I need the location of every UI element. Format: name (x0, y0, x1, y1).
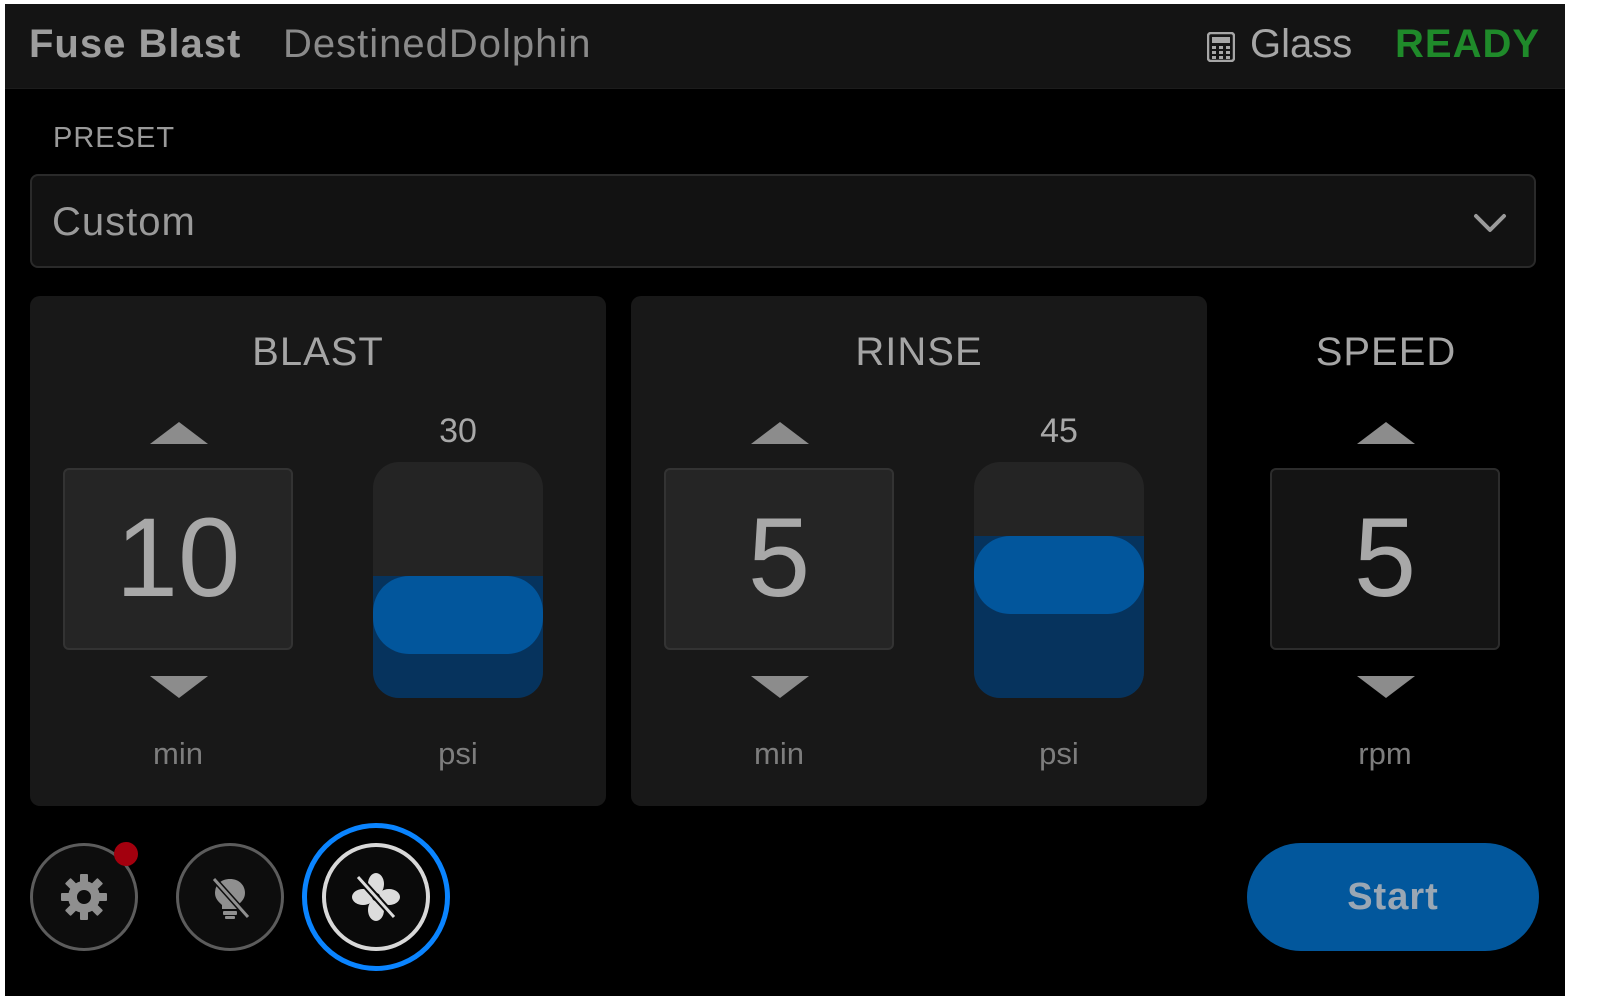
speed-increase-button[interactable] (1357, 422, 1415, 444)
rinse-pressure-slider[interactable] (974, 462, 1144, 698)
blast-title: BLAST (252, 330, 384, 374)
status-badge: READY (1395, 22, 1541, 66)
gear-icon (61, 874, 107, 920)
blast-pressure-unit: psi (438, 736, 478, 771)
speed-display: 5 (1270, 468, 1500, 650)
rinse-time-increase-button[interactable] (751, 422, 809, 444)
app-title: Fuse Blast (29, 22, 242, 66)
speed-value: 5 (1353, 495, 1417, 620)
rinse-pressure-thumb[interactable] (974, 536, 1144, 614)
speed-unit: rpm (1358, 736, 1412, 771)
blast-panel: BLAST 10 min 30 psi (30, 296, 606, 806)
fan-toggle-button[interactable] (322, 843, 430, 951)
rinse-title: RINSE (855, 330, 983, 374)
light-toggle-button[interactable] (176, 843, 284, 951)
rinse-panel: RINSE 5 min 45 psi (631, 296, 1207, 806)
notification-dot (114, 842, 138, 866)
mode-label: Glass (1250, 22, 1353, 66)
blast-time-value: 10 (115, 495, 241, 620)
rinse-pressure-unit: psi (1039, 736, 1079, 771)
device-name: DestinedDolphin (283, 22, 592, 66)
app-frame: Fuse Blast DestinedDolphin Glass READY P… (5, 4, 1565, 996)
header-bar: Fuse Blast DestinedDolphin Glass READY (5, 4, 1565, 89)
chevron-down-icon (1474, 214, 1506, 232)
fan-off-icon (352, 873, 400, 921)
lightbulb-off-icon (211, 876, 251, 920)
blast-pressure-slider[interactable] (373, 462, 543, 698)
rinse-time-value: 5 (747, 495, 811, 620)
rinse-time-display: 5 (664, 468, 894, 650)
blast-time-increase-button[interactable] (150, 422, 208, 444)
blast-time-display: 10 (63, 468, 293, 650)
rinse-time-unit: min (754, 736, 804, 771)
blast-time-unit: min (153, 736, 203, 771)
preset-dropdown[interactable]: Custom (30, 174, 1536, 268)
calculator-icon (1207, 32, 1235, 62)
start-button[interactable]: Start (1247, 843, 1539, 951)
rinse-pressure-value: 45 (1040, 412, 1078, 450)
blast-pressure-thumb[interactable] (373, 576, 543, 654)
blast-time-decrease-button[interactable] (150, 676, 208, 698)
blast-pressure-value: 30 (439, 412, 477, 450)
speed-decrease-button[interactable] (1357, 676, 1415, 698)
speed-title: SPEED (1315, 330, 1457, 374)
rinse-time-decrease-button[interactable] (751, 676, 809, 698)
preset-label: PRESET (53, 122, 176, 154)
preset-selected-value: Custom (52, 200, 196, 244)
